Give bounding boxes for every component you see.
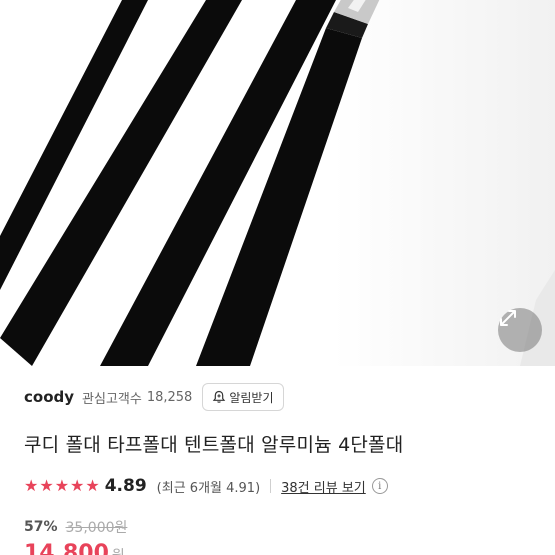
bell-plus-icon — [213, 390, 226, 403]
sale-row: 14,800 원 — [24, 541, 125, 555]
star-icon: ★ — [39, 476, 54, 495]
alert-button[interactable]: 알림받기 — [202, 383, 284, 411]
alert-button-label: 알림받기 — [229, 390, 274, 405]
seller-row: coody 관심고객수 18,258 알림받기 — [24, 383, 284, 411]
divider — [270, 479, 272, 493]
tent-pole-image — [0, 0, 555, 366]
follower-count: 18,258 — [146, 389, 193, 405]
sale-price: 14,800 — [24, 541, 109, 555]
info-icon[interactable]: i — [371, 478, 388, 494]
original-price: 35,000원 — [65, 520, 128, 536]
product-image[interactable] — [0, 0, 555, 366]
expand-arrows-icon — [500, 310, 516, 326]
discount-row: 57% 35,000원 — [24, 517, 127, 537]
follower-label: 관심고객수 — [82, 391, 142, 407]
product-title: 쿠디 폴대 타프폴대 텐트폴대 알루미늄 4단폴대 — [24, 434, 404, 456]
star-icon: ★ — [24, 476, 39, 495]
rating-row: ★ ★ ★ ★ ★ 4.89 (최근 6개월 4.91) 38건 리뷰 보기 i — [24, 473, 388, 499]
seller-name[interactable]: coody — [24, 388, 74, 406]
recent-rating: (최근 6개월 4.91) — [156, 480, 261, 496]
zoom-button[interactable] — [498, 308, 542, 352]
discount-rate: 57% — [24, 519, 58, 535]
star-icon: ★ — [70, 476, 85, 495]
star-icon: ★ — [54, 476, 70, 495]
star-icon: ★ — [85, 476, 100, 495]
rating-value: 4.89 — [104, 476, 147, 496]
review-link[interactable]: 38건 리뷰 보기 — [281, 477, 366, 496]
rating-stars: ★ ★ ★ ★ ★ — [24, 478, 101, 494]
sale-unit: 원 — [112, 545, 125, 555]
